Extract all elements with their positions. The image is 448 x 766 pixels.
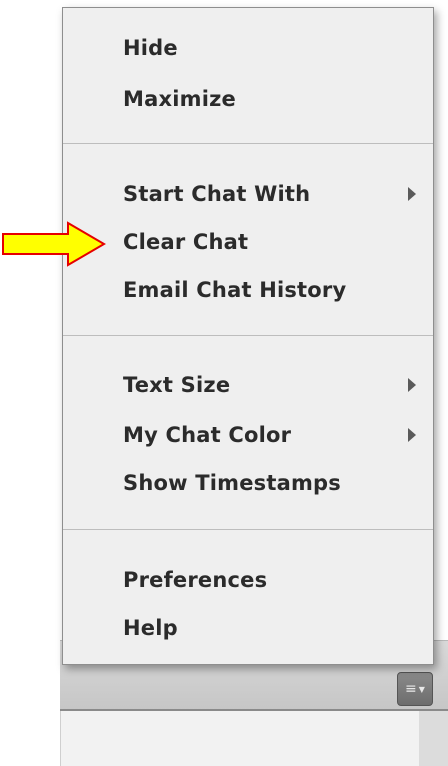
menu-item-email-chat-history[interactable]: Email Chat History [63, 268, 433, 312]
menu-item-preferences[interactable]: Preferences [63, 558, 433, 602]
menu-item-label: Clear Chat [123, 230, 249, 254]
menu-item-label: Hide [123, 36, 178, 60]
menu-item-label: Show Timestamps [123, 471, 341, 495]
menu-item-show-timestamps[interactable]: Show Timestamps [63, 461, 433, 505]
menu-item-label: Start Chat With [123, 182, 311, 206]
menu-item-text-size[interactable]: Text Size [63, 363, 433, 407]
scrollbar-track[interactable] [419, 711, 448, 766]
menu-item-label: Preferences [123, 568, 268, 592]
menu-item-label: Email Chat History [123, 278, 347, 302]
pod-options-menu: Hide Maximize Start Chat With Clear Chat… [62, 7, 434, 665]
menu-item-label: Text Size [123, 373, 231, 397]
menu-item-my-chat-color[interactable]: My Chat Color [63, 413, 433, 457]
chat-input-area[interactable] [60, 711, 420, 766]
pod-options-menu-button[interactable]: ≡ ▼ [397, 672, 433, 706]
menu-separator [63, 529, 433, 530]
menu-item-help[interactable]: Help [63, 606, 433, 650]
menu-item-clear-chat[interactable]: Clear Chat [63, 220, 433, 264]
screen: ≡ ▼ Hide Maximize Start Chat With Clear … [0, 0, 448, 766]
menu-item-label: Help [123, 616, 178, 640]
list-icon: ≡ [405, 681, 417, 697]
menu-item-maximize[interactable]: Maximize [63, 77, 433, 121]
submenu-arrow-icon [408, 187, 416, 201]
menu-separator [63, 335, 433, 336]
caret-down-icon: ▼ [418, 685, 425, 694]
submenu-arrow-icon [408, 428, 416, 442]
menu-item-label: My Chat Color [123, 423, 292, 447]
arrow-right-icon [2, 221, 106, 267]
menu-separator [63, 143, 433, 144]
menu-item-start-chat-with[interactable]: Start Chat With [63, 172, 433, 216]
menu-item-label: Maximize [123, 87, 236, 111]
menu-item-hide[interactable]: Hide [63, 26, 433, 70]
submenu-arrow-icon [408, 378, 416, 392]
